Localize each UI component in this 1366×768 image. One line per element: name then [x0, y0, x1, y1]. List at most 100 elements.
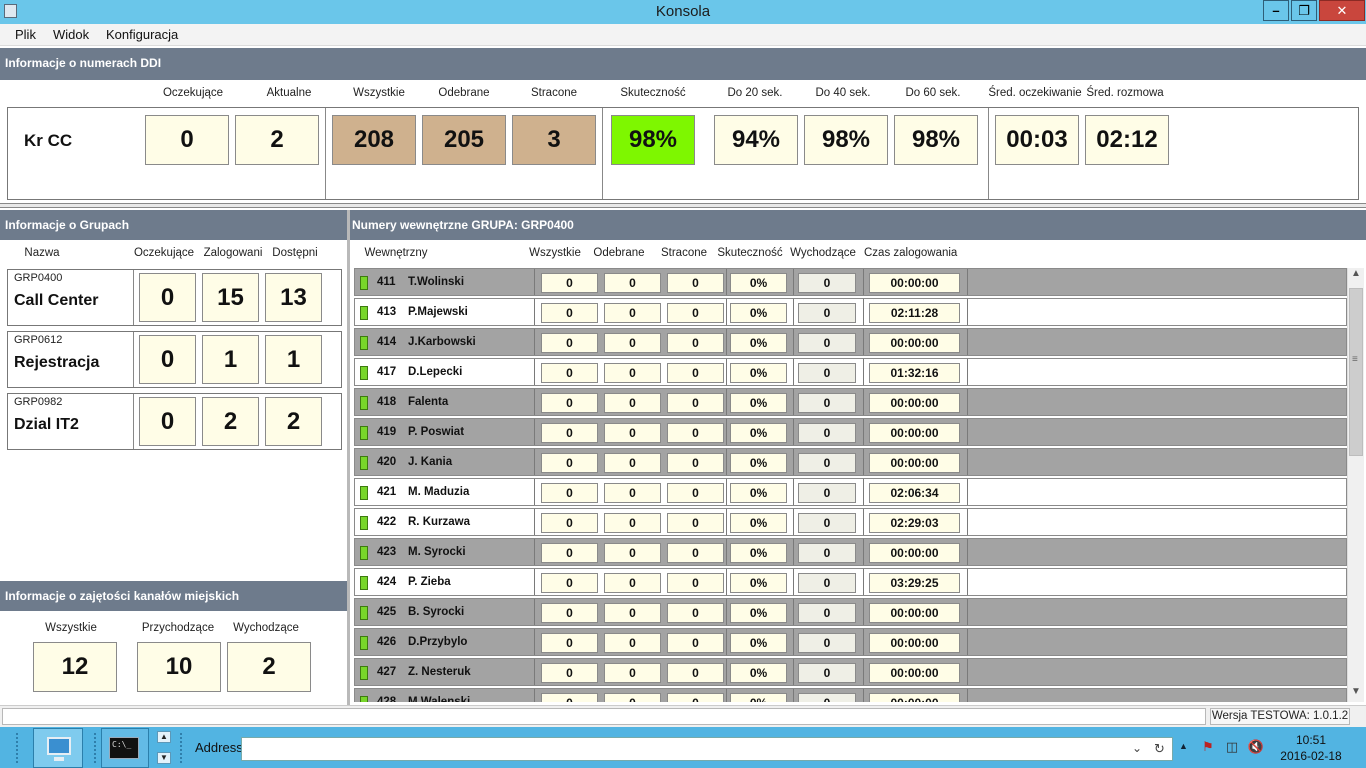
minimize-button[interactable]: – [1263, 0, 1289, 21]
volume-muted-icon[interactable]: 🔇 [1247, 739, 1265, 755]
ddi-label: Kr CC [24, 131, 73, 150]
cell-lost: 0 [667, 363, 724, 383]
column-separator [534, 359, 535, 385]
column-separator [967, 359, 968, 385]
ddi-avg-wait-value: 00:03 [995, 115, 1079, 165]
status-lamp-icon [360, 696, 368, 702]
status-lamp-icon [360, 486, 368, 500]
table-row[interactable]: 413 P.Majewski 0 0 0 0% 0 02:11:28 [354, 298, 1347, 326]
column-separator [726, 629, 727, 655]
cell-out: 0 [798, 333, 856, 353]
cell-eff: 0% [730, 273, 787, 293]
table-row[interactable]: 425 B. Syrocki 0 0 0 0% 0 00:00:00 [354, 598, 1347, 626]
command-prompt-button[interactable]: C:\_ [101, 728, 149, 768]
show-hidden-icons[interactable]: ▲ [1179, 741, 1188, 751]
groups-header-name: Nazwa [24, 247, 60, 259]
cell-recv: 0 [604, 483, 661, 503]
address-bar[interactable]: ⌄ ↻ [241, 737, 1173, 761]
extension-number: 420 [377, 456, 397, 468]
extension-user-name: M.Walenski [408, 696, 471, 702]
horizontal-splitter[interactable] [0, 203, 1366, 208]
table-row[interactable]: 411 T.Wolinski 0 0 0 0% 0 00:00:00 [354, 268, 1347, 296]
column-separator [863, 419, 864, 445]
restore-button[interactable]: ❐ [1291, 0, 1317, 21]
column-separator [726, 329, 727, 355]
table-row[interactable]: 428M.Walenski0000%000:00:00 [354, 688, 1347, 702]
cell-out: 0 [798, 483, 856, 503]
cell-all: 0 [541, 423, 598, 443]
ddi-header-avg-wait: Śred. oczekiwanie [988, 87, 1082, 99]
ddi-header-20s: Do 20 sek. [727, 87, 783, 99]
column-separator [726, 359, 727, 385]
version-label: Wersja TESTOWA: 1.0.1.2 [1210, 708, 1350, 725]
computer-icon [47, 737, 71, 755]
table-row[interactable]: 418 Falenta 0 0 0 0% 0 00:00:00 [354, 388, 1347, 416]
ddi-60s-value: 98% [894, 115, 978, 165]
refresh-icon[interactable]: ↻ [1154, 741, 1165, 757]
table-row[interactable]: 424 P. Zieba 0 0 0 0% 0 03:29:25 [354, 568, 1347, 596]
cell-time: 00:00:00 [869, 633, 960, 653]
extension-user-name: B. Syrocki [408, 606, 465, 618]
column-separator [793, 389, 794, 415]
table-row[interactable]: 426 D.Przybylo 0 0 0 0% 0 00:00:00 [354, 628, 1347, 656]
column-separator [534, 539, 535, 565]
cell-all: 0 [541, 513, 598, 533]
network-icon[interactable]: ◫ [1223, 739, 1241, 755]
groups-section-header: Informacje o Grupach [0, 210, 347, 240]
scroll-thumb[interactable] [1349, 288, 1363, 456]
table-row[interactable]: 423 M. Syrocki 0 0 0 0% 0 00:00:00 [354, 538, 1347, 566]
column-separator [863, 659, 864, 685]
table-row[interactable]: 422 R. Kurzawa 0 0 0 0% 0 02:29:03 [354, 508, 1347, 536]
menu-konfiguracja[interactable]: Konfiguracja [106, 27, 178, 42]
scroll-up-icon[interactable]: ▲ [1351, 268, 1361, 279]
cell-eff: 0% [730, 693, 787, 702]
table-row[interactable]: 414 J.Karbowski 0 0 0 0% 0 00:00:00 [354, 328, 1347, 356]
column-separator [967, 539, 968, 565]
cell-lost: 0 [667, 303, 724, 323]
column-separator [967, 689, 968, 702]
column-separator [967, 629, 968, 655]
table-row[interactable]: 420 J. Kania 0 0 0 0% 0 00:00:00 [354, 448, 1347, 476]
chevron-down-icon[interactable]: ⌄ [1132, 741, 1142, 755]
column-separator [726, 569, 727, 595]
table-row[interactable]: 421 M. Maduzia 0 0 0 0% 0 02:06:34 [354, 478, 1347, 506]
column-separator [967, 329, 968, 355]
extension-number: 418 [377, 396, 397, 408]
flag-error-icon[interactable]: ⚑ [1199, 739, 1217, 755]
column-separator [726, 419, 727, 445]
column-separator [793, 569, 794, 595]
cell-out: 0 [798, 603, 856, 623]
scroll-down-icon[interactable]: ▼ [1351, 686, 1361, 697]
column-separator [534, 389, 535, 415]
server-manager-button[interactable] [33, 728, 83, 768]
clock-time[interactable]: 10:51 [1276, 733, 1346, 747]
column-separator [534, 329, 535, 355]
menu-widok[interactable]: Widok [53, 27, 89, 42]
cell-all: 0 [541, 663, 598, 683]
table-row[interactable]: 427 Z. Nesteruk 0 0 0 0% 0 00:00:00 [354, 658, 1347, 686]
clock-date[interactable]: 2016-02-18 [1276, 749, 1346, 763]
status-lamp-icon [360, 426, 368, 440]
cell-out: 0 [798, 363, 856, 383]
column-separator [863, 299, 864, 325]
computer-stand-icon [54, 757, 64, 761]
column-separator [863, 569, 864, 595]
table-row[interactable]: 417 D.Lepecki 0 0 0 0% 0 01:32:16 [354, 358, 1347, 386]
extension-number: 425 [377, 606, 397, 618]
ext-header-all: Wszystkie [529, 247, 581, 259]
table-row[interactable]: 419 P. Poswiat 0 0 0 0% 0 00:00:00 [354, 418, 1347, 446]
cell-lost: 0 [667, 633, 724, 653]
menu-plik[interactable]: Plik [15, 27, 36, 42]
groups-header-waiting: Oczekujące [133, 247, 195, 259]
taskbar-scroll-up-icon[interactable]: ▲ [157, 731, 171, 743]
close-button[interactable]: ✕ [1319, 0, 1365, 21]
column-separator [726, 479, 727, 505]
column-separator [967, 599, 968, 625]
cell-lost: 0 [667, 273, 724, 293]
cell-all: 0 [541, 693, 598, 702]
taskbar-scroll-down-icon[interactable]: ▼ [157, 752, 171, 764]
ddi-40s-value: 98% [804, 115, 888, 165]
extensions-scrollbar[interactable]: ▲ ≡ ▼ [1347, 268, 1364, 702]
column-separator [967, 449, 968, 475]
cell-eff: 0% [730, 423, 787, 443]
